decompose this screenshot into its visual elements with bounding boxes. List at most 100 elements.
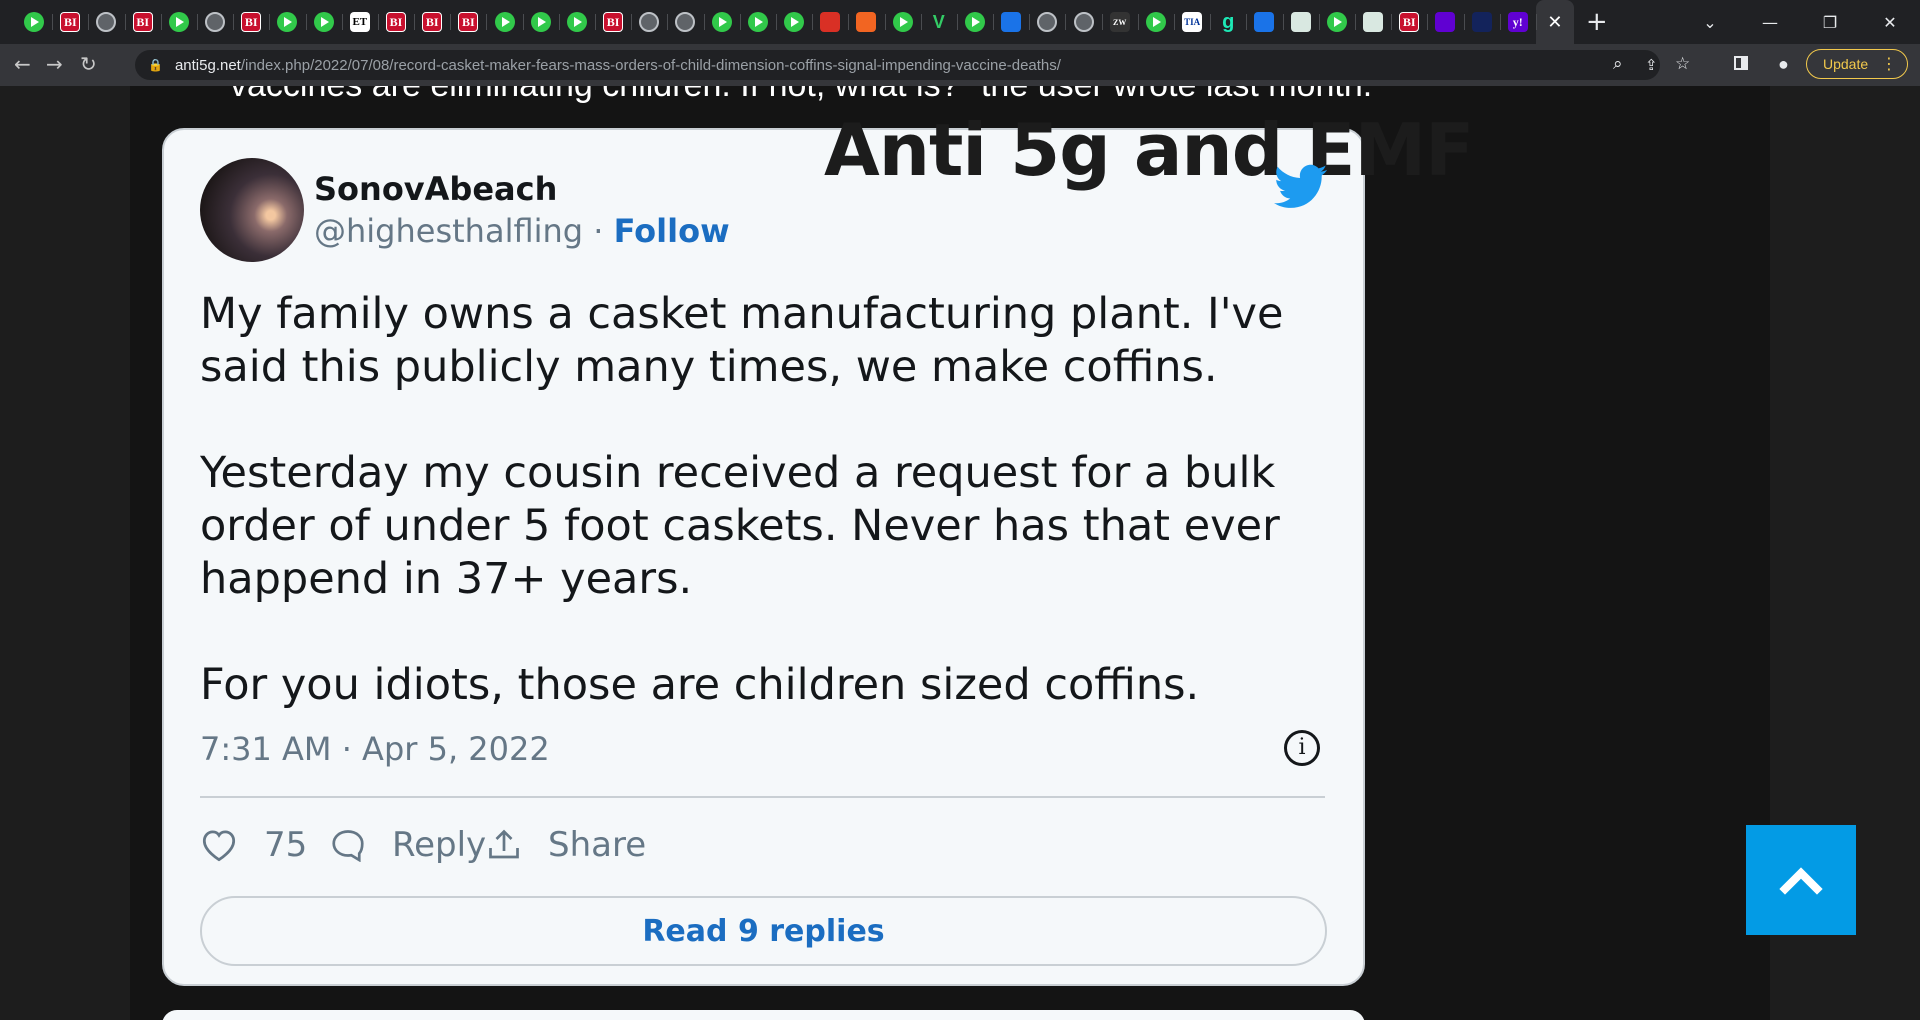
browser-tab[interactable] bbox=[16, 0, 52, 44]
share-icon[interactable]: ⇪ bbox=[1645, 56, 1658, 74]
close-window-button[interactable]: ✕ bbox=[1860, 13, 1920, 32]
browser-tab[interactable] bbox=[1137, 0, 1174, 44]
browser-tab[interactable] bbox=[703, 0, 740, 44]
lock-icon[interactable]: 🔒 bbox=[148, 58, 163, 72]
browser-tab[interactable]: BI bbox=[124, 0, 161, 44]
browser-tab[interactable] bbox=[1246, 0, 1282, 44]
play-icon bbox=[168, 12, 189, 32]
zoom-icon[interactable]: ⌕ bbox=[1613, 54, 1623, 74]
browser-tab[interactable]: BI bbox=[52, 0, 88, 44]
like-button[interactable]: 75 bbox=[200, 820, 307, 870]
browser-tab[interactable]: y! bbox=[1499, 0, 1536, 44]
tweet-display-name[interactable]: SonovAbeach bbox=[314, 170, 557, 208]
restore-button[interactable]: ❐ bbox=[1800, 13, 1860, 32]
play-icon bbox=[1326, 12, 1347, 32]
read-replies-button[interactable]: Read 9 replies bbox=[200, 896, 1327, 966]
menu-dots-icon[interactable]: ⋮ bbox=[1881, 54, 1897, 74]
navy-icon bbox=[1471, 12, 1492, 32]
browser-tab[interactable] bbox=[1029, 0, 1065, 44]
globe-icon bbox=[205, 12, 226, 32]
browser-tab[interactable]: BI bbox=[414, 0, 450, 44]
browser-tab[interactable] bbox=[160, 0, 197, 44]
bi-icon: BI bbox=[458, 12, 479, 32]
browser-tab[interactable] bbox=[1065, 0, 1101, 44]
heart-icon bbox=[202, 830, 236, 862]
active-tab[interactable]: ✕ bbox=[1535, 0, 1574, 44]
browser-tab[interactable] bbox=[667, 0, 703, 44]
browser-tab[interactable]: BI bbox=[233, 0, 269, 44]
browser-tab[interactable] bbox=[1282, 0, 1319, 44]
minimize-button[interactable]: — bbox=[1740, 13, 1800, 32]
toolbar: ← → ↻ 🔒 anti5g.net/index.php/2022/07/08/… bbox=[0, 44, 1920, 86]
browser-tab[interactable]: BI bbox=[1391, 0, 1427, 44]
tia-icon: TIA bbox=[1182, 12, 1203, 32]
like-count: 75 bbox=[264, 825, 308, 865]
twitter-bird-icon[interactable] bbox=[1274, 164, 1328, 210]
play-icon bbox=[277, 12, 298, 32]
browser-tab[interactable]: ZW bbox=[1101, 0, 1138, 44]
browser-tab[interactable]: BI bbox=[450, 0, 486, 44]
purple-icon bbox=[1435, 12, 1456, 32]
close-tab-icon[interactable]: ✕ bbox=[1547, 12, 1562, 33]
tweet-paragraph: My family owns a casket manufacturing pl… bbox=[200, 289, 1284, 392]
browser-tab[interactable]: ET bbox=[341, 0, 378, 44]
forward-button[interactable]: → bbox=[46, 52, 63, 76]
back-button[interactable]: ← bbox=[14, 52, 31, 76]
side-panel-icon[interactable] bbox=[1734, 56, 1748, 70]
reload-button[interactable]: ↻ bbox=[80, 52, 97, 76]
bookmark-star-icon[interactable]: ☆ bbox=[1675, 54, 1690, 74]
scroll-to-top-button[interactable] bbox=[1746, 825, 1856, 935]
browser-tab[interactable] bbox=[956, 0, 993, 44]
browser-tab[interactable] bbox=[558, 0, 595, 44]
profile-icon[interactable]: ● bbox=[1778, 54, 1789, 75]
next-embedded-card bbox=[162, 1010, 1365, 1020]
img-icon bbox=[1290, 12, 1311, 32]
tab-strip: BI BI BI ET BI BI BI BI V ZW TIA g BI y! ✕ + ⌄ — ❐ ✕ bbox=[0, 0, 1920, 44]
browser-tab[interactable] bbox=[739, 0, 776, 44]
browser-tab[interactable] bbox=[812, 0, 848, 44]
browser-tab[interactable] bbox=[1318, 0, 1355, 44]
avatar[interactable] bbox=[200, 158, 304, 262]
bi-icon: BI bbox=[60, 12, 81, 32]
browser-tab[interactable] bbox=[196, 0, 233, 44]
browser-tab[interactable] bbox=[1427, 0, 1463, 44]
play-icon bbox=[747, 12, 768, 32]
browser-tab[interactable] bbox=[631, 0, 667, 44]
new-tab-button[interactable]: + bbox=[1586, 7, 1608, 37]
browser-tab[interactable] bbox=[522, 0, 559, 44]
browser-tab[interactable]: g bbox=[1210, 0, 1246, 44]
browser-tab[interactable]: BI bbox=[377, 0, 414, 44]
address-bar[interactable]: 🔒 anti5g.net/index.php/2022/07/08/record… bbox=[135, 50, 1690, 80]
globe-icon bbox=[675, 12, 696, 32]
browser-tab[interactable] bbox=[1463, 0, 1500, 44]
browser-tab[interactable] bbox=[775, 0, 812, 44]
follow-link[interactable]: Follow bbox=[614, 212, 730, 250]
browser-tab[interactable] bbox=[88, 0, 124, 44]
browser-tab[interactable]: TIA bbox=[1174, 0, 1210, 44]
url-text[interactable]: anti5g.net/index.php/2022/07/08/record-c… bbox=[175, 57, 1061, 74]
browser-tab[interactable] bbox=[993, 0, 1029, 44]
browser-tab[interactable] bbox=[486, 0, 522, 44]
share-tweet-button[interactable]: Share bbox=[486, 820, 646, 870]
tweet-handle[interactable]: @highesthalfling bbox=[314, 212, 583, 250]
update-button[interactable]: Update ⋮ bbox=[1806, 49, 1908, 79]
browser-tab[interactable] bbox=[305, 0, 342, 44]
tweet-timestamp[interactable]: 7:31 AM · Apr 5, 2022 bbox=[200, 730, 550, 768]
play-icon bbox=[24, 12, 45, 32]
tab-list: BI BI BI ET BI BI BI BI V ZW TIA g BI y! ✕ bbox=[0, 0, 1574, 44]
info-icon[interactable]: i bbox=[1284, 730, 1320, 766]
tab-search-icon[interactable]: ⌄ bbox=[1680, 13, 1740, 32]
browser-tab[interactable]: BI bbox=[595, 0, 631, 44]
browser-tab[interactable] bbox=[884, 0, 921, 44]
reply-bubble-icon bbox=[332, 830, 364, 862]
browser-tab[interactable] bbox=[269, 0, 305, 44]
browser-tab[interactable] bbox=[1354, 0, 1391, 44]
reply-button[interactable]: Reply bbox=[330, 820, 486, 870]
update-label: Update bbox=[1823, 56, 1869, 72]
bi-icon: BI bbox=[422, 12, 443, 32]
g-icon: g bbox=[1222, 12, 1235, 32]
reply-label: Reply bbox=[392, 825, 487, 865]
browser-tab[interactable] bbox=[848, 0, 884, 44]
browser-tab[interactable]: V bbox=[920, 0, 957, 44]
bi-icon: BI bbox=[603, 12, 624, 32]
